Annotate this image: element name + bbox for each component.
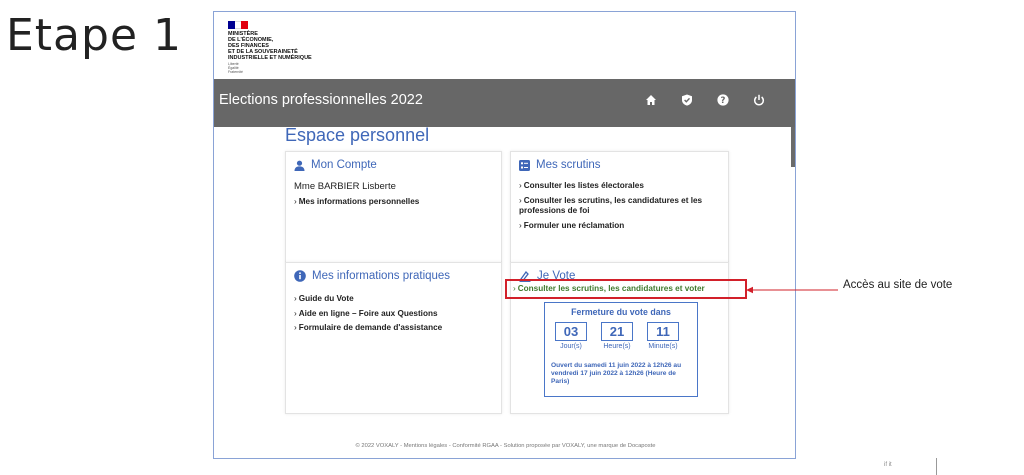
scrutins-card: Mes scrutins › Consulter les listes élect… bbox=[510, 151, 729, 263]
footer: © 2022 VOXALY - Mentions légales - Confo… bbox=[355, 443, 656, 449]
link-scrutins-professions[interactable]: › Consulter les scrutins, les candidature… bbox=[519, 196, 719, 217]
corner-mark: if it bbox=[884, 462, 892, 468]
account-card-title: Mon Compte bbox=[294, 159, 377, 171]
link-faq[interactable]: › Aide en ligne – Foire aux Questions bbox=[294, 309, 442, 320]
link-personal-info[interactable]: › Mes informations personnelles bbox=[294, 197, 419, 208]
link-vote-guide[interactable]: › Guide du Vote bbox=[294, 294, 442, 305]
republic-motto: Liberté Égalité Fraternité bbox=[228, 62, 243, 74]
app-header: Elections professionnelles 2022 ? bbox=[214, 79, 795, 127]
corner-divider bbox=[936, 458, 937, 475]
user-name: Mme BARBIER Lisberte bbox=[294, 181, 396, 192]
french-flag-icon bbox=[228, 21, 249, 29]
shield-check-icon[interactable] bbox=[681, 94, 693, 106]
scrutins-links: › Consulter les listes électorales › Consu… bbox=[519, 181, 719, 235]
callout-arrow-icon bbox=[746, 286, 838, 294]
callout-text: Accès au site de vote bbox=[843, 279, 953, 291]
header-nav: ? bbox=[645, 94, 765, 106]
link-electoral-lists[interactable]: › Consulter les listes électorales bbox=[519, 181, 719, 192]
list-icon bbox=[519, 159, 530, 171]
info-card: Mes informations pratiques › Guide du Vot… bbox=[285, 262, 502, 414]
home-icon[interactable] bbox=[645, 94, 657, 106]
step-title: Etape 1 bbox=[6, 10, 182, 61]
countdown-title: Fermeture du vote dans bbox=[571, 307, 671, 317]
ministry-name: MINISTÈRE DE L'ÉCONOMIE, DES FINANCES ET… bbox=[228, 31, 312, 61]
account-links: › Mes informations personnelles bbox=[294, 197, 419, 212]
svg-text:?: ? bbox=[721, 96, 726, 106]
power-icon[interactable] bbox=[753, 94, 765, 106]
vote-link-highlight: › Consulter les scrutins, les candidature… bbox=[505, 279, 747, 299]
ministry-logo: MINISTÈRE DE L'ÉCONOMIE, DES FINANCES ET… bbox=[228, 21, 338, 74]
countdown-minutes: 11 Minute(s) bbox=[647, 322, 679, 350]
scrollbar[interactable] bbox=[791, 127, 795, 167]
vote-countdown: Fermeture du vote dans 03 Jour(s) 21 Heu… bbox=[544, 302, 698, 397]
app-title: Elections professionnelles 2022 bbox=[219, 92, 423, 108]
scrutins-card-title: Mes scrutins bbox=[519, 159, 601, 171]
countdown-days: 03 Jour(s) bbox=[555, 322, 587, 350]
link-reclamation[interactable]: › Formuler une réclamation bbox=[519, 221, 719, 232]
link-consult-and-vote[interactable]: › Consulter les scrutins, les candidature… bbox=[513, 284, 705, 293]
countdown-hours: 21 Heure(s) bbox=[601, 322, 633, 350]
vote-period: Ouvert du samedi 11 juin 2022 à 12h26 au… bbox=[551, 362, 682, 385]
info-card-title: Mes informations pratiques bbox=[294, 270, 450, 282]
account-card: Mon Compte Mme BARBIER Lisberte › Mes inf… bbox=[285, 151, 502, 263]
help-icon[interactable]: ? bbox=[717, 94, 729, 106]
info-icon bbox=[294, 270, 306, 282]
info-links: › Guide du Vote › Aide en ligne – Foire au… bbox=[294, 294, 442, 338]
link-assistance-form[interactable]: › Formulaire de demande d'assistance bbox=[294, 323, 442, 334]
screenshot-frame: MINISTÈRE DE L'ÉCONOMIE, DES FINANCES ET… bbox=[213, 11, 796, 459]
user-icon bbox=[294, 160, 305, 171]
page-title: Espace personnel bbox=[285, 125, 430, 145]
